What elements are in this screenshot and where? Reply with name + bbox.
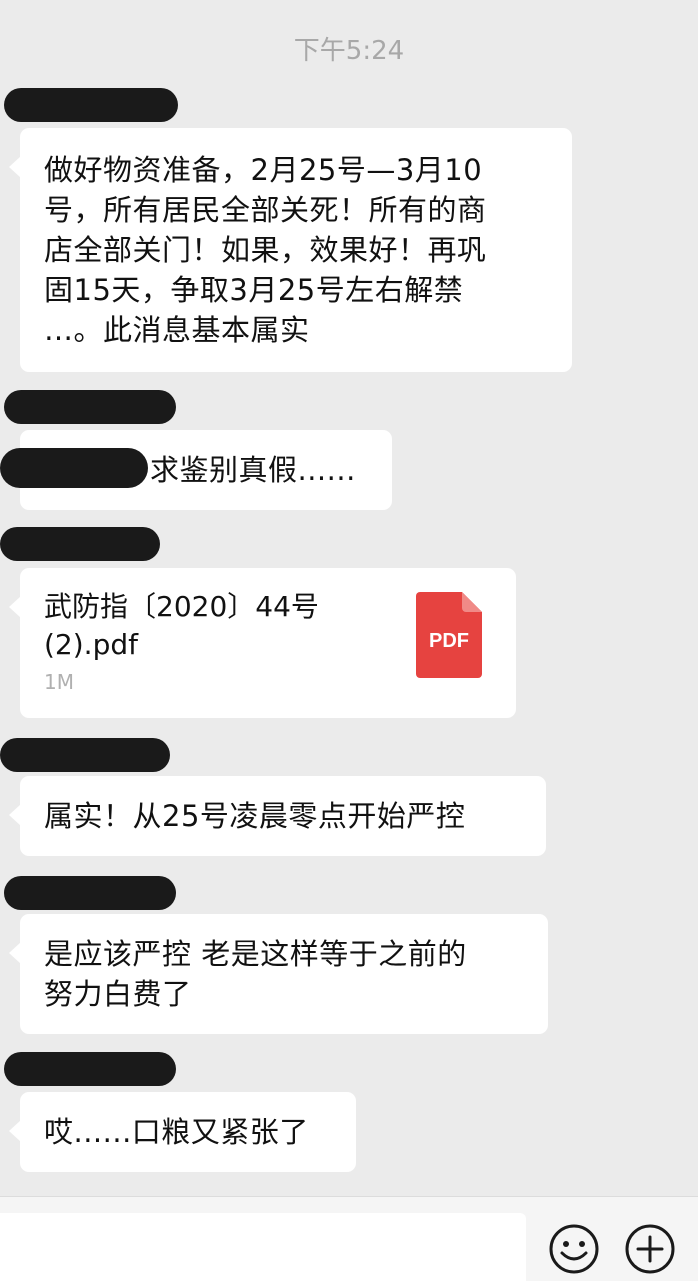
redacted-inline-text — [0, 448, 148, 488]
message-bubble[interactable]: 哎......口粮又紧张了 — [9, 1092, 356, 1172]
message-bubble[interactable]: 是应该严控 老是这样等于之前的 努力白费了 — [9, 914, 548, 1034]
message-bubble[interactable]: 属实！从25号凌晨零点开始严控 — [9, 776, 546, 856]
message-bubble[interactable]: 做好物资准备，2月25号—3月10 号，所有居民全部关死！所有的商 店全部关门！… — [9, 128, 572, 372]
file-size: 1M — [44, 670, 74, 694]
file-message-bubble[interactable]: 武防指〔2020〕44号 (2).pdf 1M PDF — [9, 568, 516, 718]
redacted-sender-name — [4, 1052, 176, 1086]
redacted-sender-name — [0, 738, 170, 772]
redacted-sender-name — [0, 527, 160, 561]
message-text: 求鉴别真假...... — [150, 453, 356, 487]
message-text: 哎......口粮又紧张了 — [44, 1115, 309, 1149]
input-bar — [0, 1196, 698, 1281]
message-input[interactable] — [0, 1213, 526, 1281]
message-text: 属实！从25号凌晨零点开始严控 — [44, 799, 466, 833]
pdf-file-icon: PDF — [416, 592, 482, 678]
chat-timestamp: 下午5:24 — [293, 36, 405, 66]
redacted-sender-name — [4, 390, 176, 424]
file-name: 武防指〔2020〕44号 (2).pdf — [44, 590, 319, 661]
message-text: 是应该严控 老是这样等于之前的 努力白费了 — [44, 937, 467, 1011]
plus-circle-icon[interactable] — [624, 1223, 676, 1275]
pdf-icon-label: PDF — [429, 630, 469, 652]
redacted-sender-name — [4, 876, 176, 910]
smiley-face-icon[interactable] — [548, 1223, 600, 1275]
message-text: 做好物资准备，2月25号—3月10 号，所有居民全部关死！所有的商 店全部关门！… — [44, 153, 487, 347]
redacted-sender-name — [4, 88, 178, 122]
